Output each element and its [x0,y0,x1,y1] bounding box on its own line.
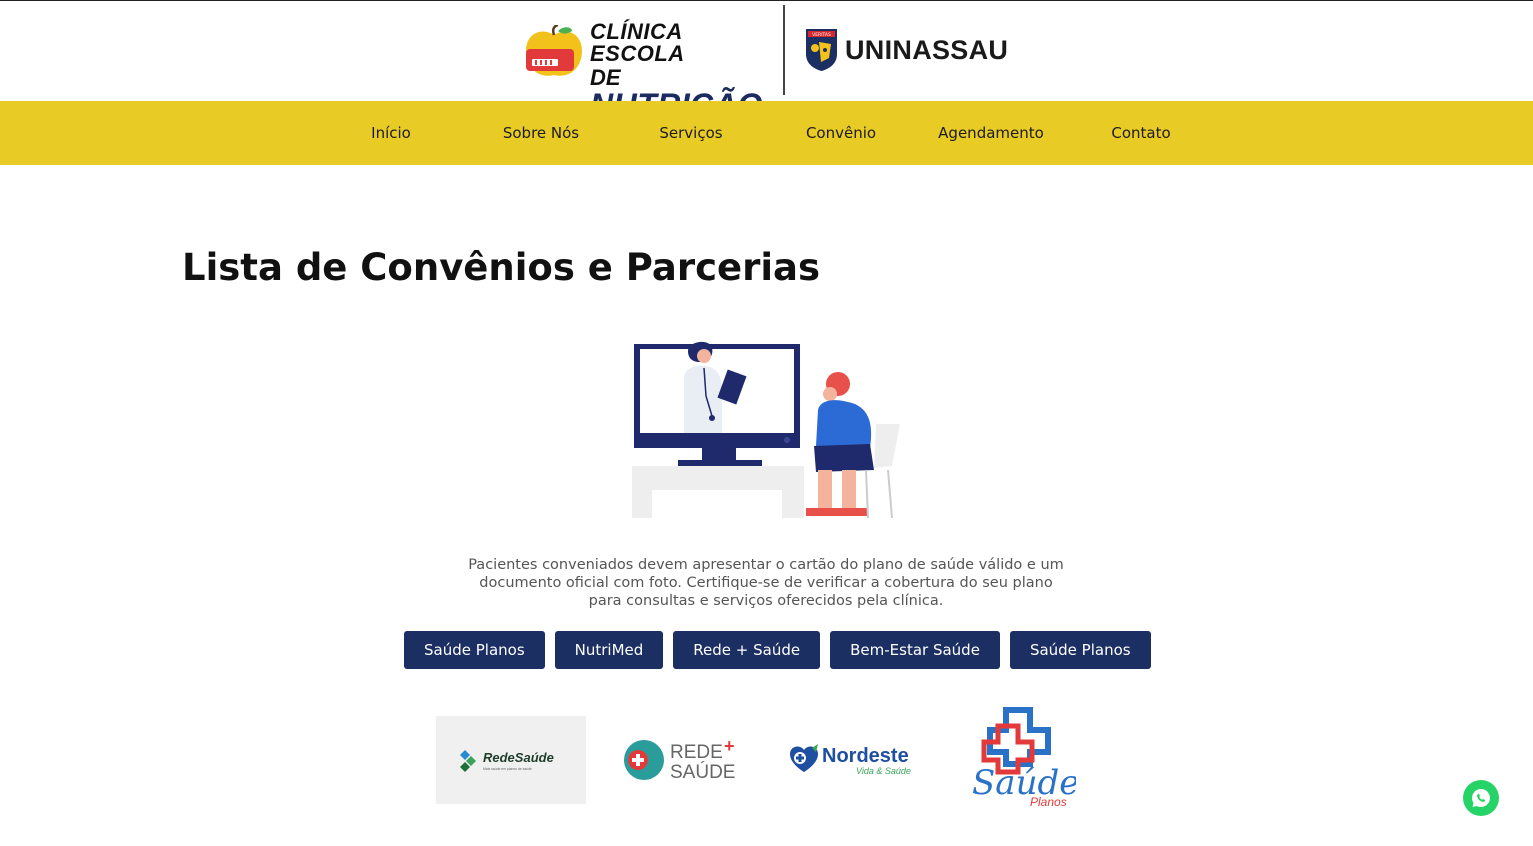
nav-item-inicio[interactable]: Início [316,101,466,165]
svg-text:Planos: Planos [1030,795,1067,809]
svg-text:+: + [724,736,735,756]
university-logo[interactable]: VERITAS UNINASSAU [805,27,1008,73]
svg-text:VERITAS: VERITAS [812,32,831,38]
svg-text:SAÚDE: SAÚDE [670,761,735,783]
plan-button-saude-planos[interactable]: Saúde Planos [404,631,545,669]
nav-item-contato[interactable]: Contato [1066,101,1216,165]
plan-button-rede-mais-saude[interactable]: Rede + Saúde [673,631,821,669]
main-nav: Início Sobre Nós Serviços Convênio Agend… [0,101,1533,165]
whatsapp-button[interactable] [1463,780,1499,816]
svg-text:Nordeste: Nordeste [822,745,909,767]
partner-logo-nordeste[interactable]: Nordeste Vida & Saúde [786,738,916,784]
svg-text:Mais saúde em planos de saúde: Mais saúde em planos de saúde [483,767,532,771]
coverage-description: Pacientes conveniados devem apresentar o… [468,557,1064,609]
svg-text:Vida & Saúde: Vida & Saúde [856,766,911,776]
plan-button-nutrimed[interactable]: NutriMed [554,631,664,669]
nav-item-agendamento[interactable]: Agendamento [916,101,1066,165]
partner-logo-saude-planos[interactable]: Saúde Planos [968,706,1079,812]
plan-button-bem-estar-saude[interactable]: Bem-Estar Saúde [830,631,1000,669]
nav-item-sobre-nos[interactable]: Sobre Nós [466,101,616,165]
whatsapp-icon [1472,789,1490,807]
plan-button-saude-planos-2[interactable]: Saúde Planos [1009,631,1151,669]
plan-buttons: Saúde Planos NutriMed Rede + Saúde Bem-E… [404,631,1151,669]
university-name: UNINASSAU [845,34,1009,65]
page-title: Lista de Convênios e Parcerias [182,246,821,289]
clinic-logo-line1: CLÍNICA ESCOLA [590,19,685,66]
saude-planos-logo-icon: Saúde Planos [972,707,1079,809]
partner-logo-redesaude[interactable]: RedeSaúde Mais saúde em planos de saúde [436,716,586,804]
nav-item-servicos[interactable]: Serviços [616,101,766,165]
apple-logo-icon [526,25,582,76]
redesaude-logo-icon: RedeSaúde Mais saúde em planos de saúde [460,750,554,772]
site-header: CLÍNICA ESCOLA DE NUTRIÇÃO VERITAS UNINA… [0,0,1533,121]
rede-mais-saude-logo-icon: REDE + SAÚDE [624,736,735,783]
svg-text:RedeSaúde: RedeSaúde [483,750,554,765]
telemedicine-illustration [632,341,900,519]
university-shield-icon: VERITAS [806,29,837,71]
logo-divider [783,5,785,95]
nordeste-logo-icon: Nordeste Vida & Saúde [790,744,911,776]
nav-item-convenio[interactable]: Convênio [766,101,916,165]
partner-logo-rede-mais-saude[interactable]: REDE + SAÚDE [620,734,746,786]
clinic-logo[interactable]: CLÍNICA ESCOLA DE NUTRIÇÃO [524,19,769,121]
svg-text:REDE: REDE [670,742,723,763]
